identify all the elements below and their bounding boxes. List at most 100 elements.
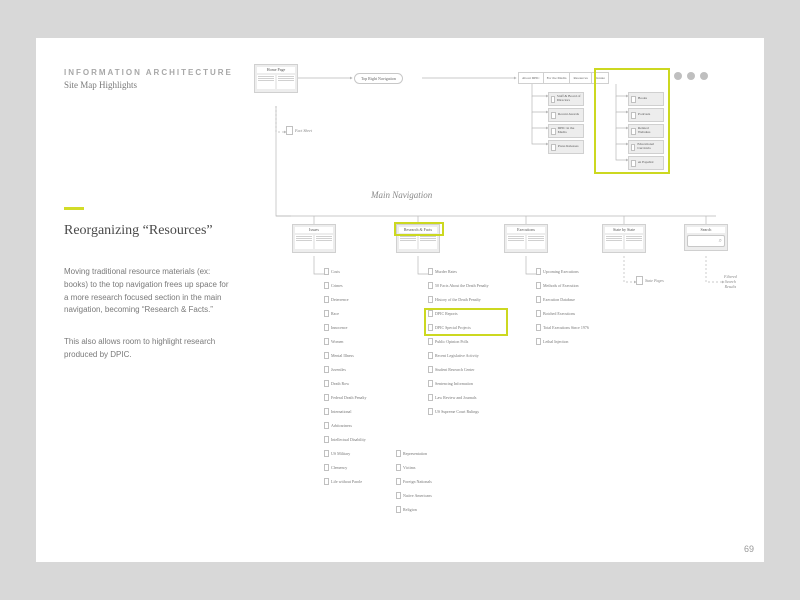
- research-item-4: DPIC Special Projects: [428, 324, 471, 331]
- node-title: Research & Facts: [399, 227, 437, 233]
- document-icon: [286, 126, 293, 135]
- document-icon: [324, 380, 329, 387]
- research-item-7: Student Research Center: [428, 366, 475, 373]
- research-item-6: Recent Legislative Activity: [428, 352, 479, 359]
- execution-item-4: Total Executions Since 1976: [536, 324, 589, 331]
- accent-bar: [64, 207, 84, 210]
- node-related-websites: Related Websites: [628, 124, 664, 138]
- issue-item-10: International: [324, 408, 351, 415]
- document-icon: [428, 408, 433, 415]
- document-icon: [428, 268, 433, 275]
- document-icon: [551, 96, 555, 103]
- issue-item-9: Federal Death Penalty: [324, 394, 367, 401]
- document-icon: [536, 268, 541, 275]
- document-icon: [536, 282, 541, 289]
- issue-item-11: Arbitrariness: [324, 422, 352, 429]
- document-icon: [631, 128, 636, 135]
- node-dpic-media: DPIC in the Media: [548, 124, 584, 138]
- document-icon: [324, 296, 329, 303]
- research-item-2: History of the Death Penalty: [428, 296, 481, 303]
- document-icon: [396, 492, 401, 499]
- document-icon: [536, 338, 541, 345]
- node-en-espanol: en Español: [628, 156, 664, 170]
- document-icon: [324, 478, 329, 485]
- document-icon: [536, 296, 541, 303]
- document-icon: [428, 310, 433, 317]
- node-search: Search ⌕: [684, 224, 728, 251]
- document-icon: [396, 478, 401, 485]
- issue-extra-item-4: Religion: [396, 506, 417, 513]
- research-item-5: Public Opinion Polls: [428, 338, 468, 345]
- execution-item-1: Methods of Execution: [536, 282, 579, 289]
- document-icon: [324, 268, 329, 275]
- document-icon: [324, 436, 329, 443]
- document-icon: [428, 296, 433, 303]
- topnav-media: For the Media: [543, 72, 570, 84]
- document-icon: [631, 160, 636, 167]
- slide-headline: Reorganizing “Resources”: [64, 222, 224, 240]
- node-title: Executions: [507, 227, 545, 233]
- document-icon: [324, 394, 329, 401]
- research-item-3: DPIC Reports: [428, 310, 458, 317]
- node-recent-awards: Recent Awards: [548, 108, 584, 122]
- node-press-releases: Press Releases: [548, 140, 584, 154]
- sitemap-canvas: Home Page Top Right Navigation About DPI…: [246, 64, 756, 554]
- node-state-by-state: State by State: [602, 224, 646, 253]
- issue-item-1: Crimes: [324, 282, 343, 289]
- document-icon: [324, 324, 329, 331]
- issue-extra-item-0: Representation: [396, 450, 427, 457]
- document-icon: [324, 310, 329, 317]
- issue-item-2: Deterrence: [324, 296, 349, 303]
- research-item-8: Sentencing Information: [428, 380, 473, 387]
- node-podcasts: Podcasts: [628, 108, 664, 122]
- section-eyebrow: INFORMATION ARCHITECTURE: [64, 68, 233, 77]
- document-icon: [428, 380, 433, 387]
- document-icon: [428, 352, 433, 359]
- research-item-1: 50 Facts About the Death Penalty: [428, 282, 489, 289]
- node-issues: Issues: [292, 224, 336, 253]
- node-home-page: Home Page: [254, 64, 298, 93]
- node-filtered-results: Filtered Search Results: [724, 274, 737, 289]
- document-icon: [396, 450, 401, 457]
- issue-item-14: Clemency: [324, 464, 347, 471]
- issue-item-7: Juveniles: [324, 366, 346, 373]
- document-icon: [324, 464, 329, 471]
- body-paragraph-1: Moving traditional resource materials (e…: [64, 266, 234, 317]
- document-icon: [428, 366, 433, 373]
- issue-item-6: Mental Illness: [324, 352, 354, 359]
- document-icon: [636, 276, 643, 285]
- execution-item-5: Lethal Injection: [536, 338, 568, 345]
- document-icon: [428, 282, 433, 289]
- node-title: Search: [687, 227, 725, 233]
- node-fact-sheet: Fact Sheet: [286, 126, 312, 135]
- research-item-0: Murder Rates: [428, 268, 457, 275]
- slide-page: INFORMATION ARCHITECTURE Site Map Highli…: [36, 38, 764, 562]
- node-title: State by State: [605, 227, 643, 233]
- document-icon: [396, 464, 401, 471]
- body-paragraph-2: This also allows room to highlight resea…: [64, 336, 234, 362]
- search-input-icon: ⌕: [687, 235, 725, 247]
- document-icon: [428, 324, 433, 331]
- document-icon: [428, 338, 433, 345]
- document-icon: [536, 324, 541, 331]
- issue-item-0: Costs: [324, 268, 340, 275]
- document-icon: [324, 450, 329, 457]
- node-title: Home Page: [257, 67, 295, 73]
- document-icon: [324, 408, 329, 415]
- node-staff-board: Staff & Board of Directors: [548, 92, 584, 106]
- document-icon: [536, 310, 541, 317]
- issue-extra-item-3: Native Americans: [396, 492, 432, 499]
- node-books: Books: [628, 92, 664, 106]
- issue-item-12: Intellectual Disability: [324, 436, 366, 443]
- node-title: Issues: [295, 227, 333, 233]
- node-state-pages: State Pages: [636, 276, 664, 285]
- research-item-10: US Supreme Court Rulings: [428, 408, 479, 415]
- document-icon: [324, 352, 329, 359]
- document-icon: [324, 282, 329, 289]
- issue-item-5: Women: [324, 338, 343, 345]
- node-executions: Executions: [504, 224, 548, 253]
- document-icon: [428, 394, 433, 401]
- issue-item-13: US Military: [324, 450, 350, 457]
- issue-item-8: Death Row: [324, 380, 349, 387]
- research-item-9: Law Review and Journals: [428, 394, 476, 401]
